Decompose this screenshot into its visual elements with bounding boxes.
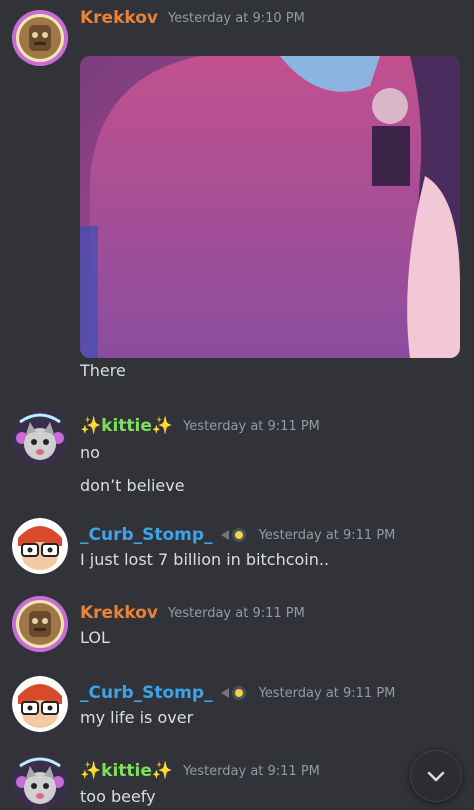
message-kittie-1: ✨kittie✨ Yesterday at 9:11 PM no don’t b… — [0, 410, 474, 500]
message-text: There — [80, 361, 126, 380]
timestamp: Yesterday at 9:11 PM — [183, 763, 320, 779]
username[interactable]: ✨kittie✨ — [80, 416, 173, 436]
timestamp: Yesterday at 9:11 PM — [258, 527, 396, 543]
message-text: my life is over — [80, 708, 194, 727]
message-krekkov-2: Krekkov Yesterday at 9:11 PM LOL — [0, 596, 474, 656]
avatar-curb-stomp[interactable] — [12, 518, 68, 574]
message-text: too beefy — [80, 787, 156, 806]
badge-icon — [219, 526, 249, 544]
avatar-krekkov[interactable] — [12, 10, 68, 66]
message-text: don’t believe — [80, 476, 185, 495]
avatar-kittie[interactable] — [12, 410, 68, 466]
username[interactable]: ✨kittie✨ — [80, 761, 173, 781]
message-text: LOL — [80, 628, 110, 647]
username[interactable]: Krekkov — [80, 603, 158, 623]
message-kittie-2: ✨kittie✨ Yesterday at 9:11 PM too beefy — [0, 754, 474, 810]
timestamp: Yesterday at 9:10 PM — [168, 10, 305, 26]
avatar-kittie[interactable] — [12, 754, 68, 810]
message-curb-stomp-1: _Curb_Stomp_ Yesterday at 9:11 PM I just… — [0, 518, 474, 578]
chevron-down-icon — [427, 771, 445, 782]
timestamp: Yesterday at 9:11 PM — [183, 418, 320, 434]
message-header: _Curb_Stomp_ Yesterday at 9:11 PM — [80, 683, 395, 703]
message-header: Krekkov Yesterday at 9:11 PM — [80, 603, 305, 623]
message-krekkov-1: Krekkov Yesterday at 9:10 PM There — [0, 8, 474, 388]
message-text: I just lost 7 billion in bitchcoin.. — [80, 550, 330, 569]
message-header: _Curb_Stomp_ Yesterday at 9:11 PM — [80, 525, 395, 545]
message-header: Krekkov Yesterday at 9:10 PM — [80, 8, 305, 28]
image-attachment[interactable] — [80, 56, 460, 358]
username[interactable]: Krekkov — [80, 8, 158, 28]
message-header: ✨kittie✨ Yesterday at 9:11 PM — [80, 416, 320, 436]
message-curb-stomp-2: _Curb_Stomp_ Yesterday at 9:11 PM my lif… — [0, 676, 474, 736]
message-header: ✨kittie✨ Yesterday at 9:11 PM — [80, 761, 320, 781]
message-text: no — [80, 443, 100, 462]
scroll-to-bottom-button[interactable] — [410, 750, 462, 802]
username[interactable]: _Curb_Stomp_ — [80, 683, 213, 703]
badge-icon — [219, 684, 249, 702]
avatar-krekkov[interactable] — [12, 596, 68, 652]
username[interactable]: _Curb_Stomp_ — [80, 525, 213, 545]
timestamp: Yesterday at 9:11 PM — [168, 605, 305, 621]
avatar-curb-stomp[interactable] — [12, 676, 68, 732]
timestamp: Yesterday at 9:11 PM — [258, 685, 396, 701]
